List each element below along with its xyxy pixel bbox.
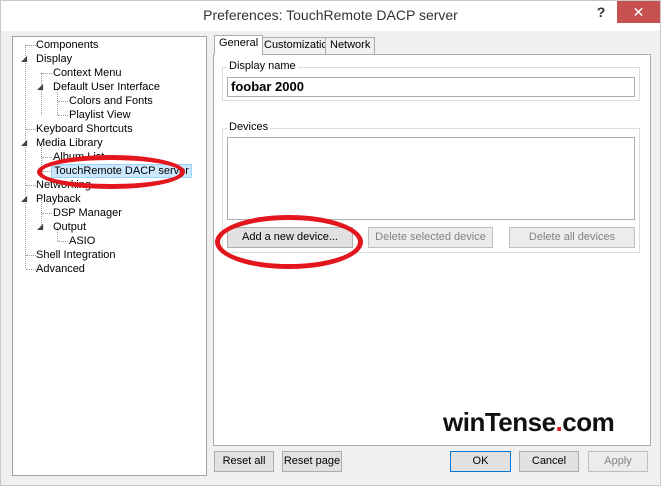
devices-list[interactable] xyxy=(227,137,635,220)
delete-all-devices-button[interactable]: Delete all devices xyxy=(509,227,635,248)
tree-item-media-library[interactable]: ◢ Media Library xyxy=(21,136,103,150)
tree-item-dsp-manager[interactable]: DSP Manager xyxy=(42,206,122,220)
tree-item-components[interactable]: Components xyxy=(26,38,98,52)
help-button[interactable]: ? xyxy=(586,1,616,23)
expanded-arrow-icon[interactable]: ◢ xyxy=(21,192,27,206)
tree-item-default-user-interface[interactable]: ◢ Default User Interface xyxy=(37,80,160,94)
reset-all-button[interactable]: Reset all xyxy=(214,451,274,472)
tree-item-touchremote-dacp-server[interactable]: TouchRemote DACP server xyxy=(42,164,192,178)
tree-item-display[interactable]: ◢ Display xyxy=(21,52,72,66)
tree-item-album-list[interactable]: Album List xyxy=(42,150,104,164)
wintense-watermark: winTense.com xyxy=(443,407,615,437)
apply-button[interactable]: Apply xyxy=(588,451,648,472)
tree-guide-line xyxy=(25,45,26,268)
tab-network[interactable]: Network xyxy=(325,37,376,54)
window-title: Preferences: TouchRemote DACP server xyxy=(203,7,458,23)
tree-item-networking[interactable]: Networking xyxy=(26,178,91,192)
delete-selected-device-button[interactable]: Delete selected device xyxy=(368,227,493,248)
tree-item-keyboard-shortcuts[interactable]: Keyboard Shortcuts xyxy=(26,122,133,136)
add-device-button[interactable]: Add a new device... xyxy=(227,227,353,248)
tree-item-advanced[interactable]: Advanced xyxy=(26,262,85,276)
preferences-window: Preferences: TouchRemote DACP server ? ✕… xyxy=(0,0,661,486)
tree-item-playback[interactable]: ◢ Playback xyxy=(21,192,81,206)
reset-page-button[interactable]: Reset page xyxy=(282,451,342,472)
ok-button[interactable]: OK xyxy=(450,451,511,472)
expanded-arrow-icon[interactable]: ◢ xyxy=(21,52,27,66)
preferences-tree[interactable]: Components ◢ Display Context Menu ◢ Defaul… xyxy=(12,36,207,476)
devices-label: Devices xyxy=(227,121,271,133)
tree-item-context-menu[interactable]: Context Menu xyxy=(42,66,121,80)
close-button[interactable]: ✕ xyxy=(617,1,660,23)
expanded-arrow-icon[interactable]: ◢ xyxy=(21,136,27,150)
tree-item-output[interactable]: ◢ Output xyxy=(37,220,86,234)
tree-item-playlist-view[interactable]: Playlist View xyxy=(58,108,131,122)
display-name-input[interactable]: foobar 2000 xyxy=(227,77,635,97)
tab-general[interactable]: General xyxy=(214,35,264,55)
display-name-label: Display name xyxy=(227,60,298,72)
expanded-arrow-icon[interactable]: ◢ xyxy=(37,80,43,94)
expanded-arrow-icon[interactable]: ◢ xyxy=(37,220,43,234)
tree-item-shell-integration[interactable]: Shell Integration xyxy=(26,248,116,262)
cancel-button[interactable]: Cancel xyxy=(519,451,579,472)
close-icon: ✕ xyxy=(632,4,645,20)
tree-item-colors-and-fonts[interactable]: Colors and Fonts xyxy=(58,94,153,108)
tree-item-asio[interactable]: ASIO xyxy=(58,234,95,248)
general-tab-panel: Display name foobar 2000 Devices Add a n… xyxy=(213,54,651,446)
title-bar: Preferences: TouchRemote DACP server ? ✕ xyxy=(1,1,660,31)
